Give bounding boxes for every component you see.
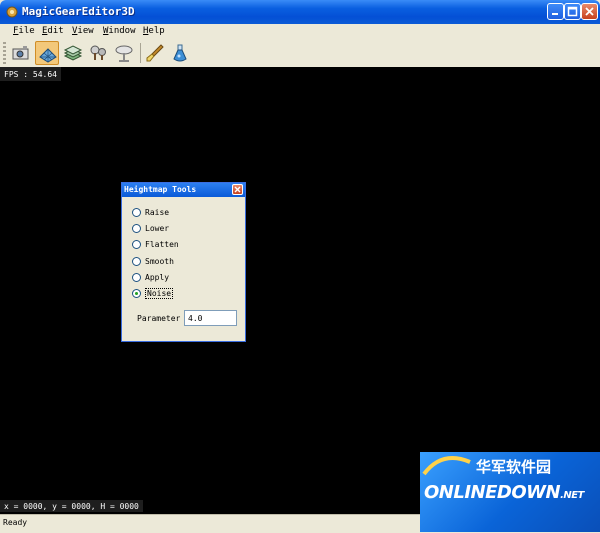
swoosh-icon: [422, 456, 471, 476]
vegetation-tool-button[interactable]: [86, 41, 110, 65]
menu-file[interactable]: File: [13, 26, 35, 36]
option-raise-label: Raise: [145, 208, 170, 217]
terrain-tool-button[interactable]: [35, 41, 59, 65]
radio-lower[interactable]: [132, 224, 141, 233]
dialog-title: Heightmap Tools: [124, 185, 197, 194]
menu-window[interactable]: Window: [103, 26, 136, 36]
brush-icon: [146, 44, 164, 62]
layers-tool-button[interactable]: [61, 41, 85, 65]
sky-icon: [115, 45, 133, 62]
option-smooth-label: Smooth: [145, 257, 174, 266]
toolbar-grip[interactable]: [3, 42, 6, 64]
brush-tool-button[interactable]: [143, 41, 167, 65]
radio-noise[interactable]: [132, 289, 141, 298]
close-button[interactable]: [581, 3, 598, 20]
title-bar[interactable]: MagicGearEditor3D: [0, 0, 600, 24]
potion-tool-button[interactable]: [168, 41, 192, 65]
fps-readout: FPS : 54.64: [0, 67, 61, 81]
radio-smooth[interactable]: [132, 257, 141, 266]
minimize-icon: [552, 13, 558, 15]
menu-edit[interactable]: Edit: [42, 26, 64, 36]
maximize-icon: [567, 6, 578, 17]
parameter-input[interactable]: 4.0: [184, 310, 237, 326]
cursor-coordinates: x = 0000, y = 0000, H = 0000: [0, 500, 143, 512]
option-lower-label: Lower: [145, 224, 170, 233]
status-text: Ready: [3, 518, 28, 527]
radio-flatten[interactable]: [132, 240, 141, 249]
parameter-label: Parameter: [137, 314, 181, 323]
radio-raise[interactable]: [132, 208, 141, 217]
dialog-title-bar[interactable]: Heightmap Tools: [122, 183, 245, 197]
minimize-button[interactable]: [547, 3, 564, 20]
terrain-grid-icon: [39, 48, 57, 63]
option-noise-label: Noise: [145, 288, 174, 299]
option-apply-label: Apply: [145, 273, 170, 282]
menu-help[interactable]: Help: [143, 26, 165, 36]
radio-apply[interactable]: [132, 273, 141, 282]
3d-viewport[interactable]: FPS : 54.64 x = 0000, y = 0000, H = 0000…: [0, 67, 600, 514]
close-icon: [585, 7, 594, 16]
maximize-button[interactable]: [564, 3, 581, 20]
watermark-english-text: ONLINEDOWN.NET: [424, 482, 584, 503]
camera-tool-button[interactable]: [9, 41, 33, 65]
menu-bar: File Edit View Window Help: [0, 24, 600, 39]
app-icon: [6, 6, 18, 18]
window-title: MagicGearEditor3D: [22, 5, 135, 18]
status-bar: Ready: [0, 514, 420, 533]
heightmap-tools-dialog: Heightmap Tools Raise Lower Flatten Smoo…: [121, 182, 246, 342]
potion-icon: [173, 44, 187, 62]
camera-icon: [12, 46, 29, 60]
dialog-close-button[interactable]: [232, 184, 243, 195]
sky-tool-button[interactable]: [112, 41, 136, 65]
layers-icon: [63, 45, 83, 61]
watermark-logo: 华军软件园 ONLINEDOWN.NET: [420, 452, 600, 532]
toolbar-separator: [140, 43, 141, 63]
toolbar: [0, 39, 600, 68]
watermark-chinese-text: 华军软件园: [476, 458, 552, 476]
trees-icon: [90, 45, 106, 60]
menu-view[interactable]: View: [72, 26, 94, 36]
option-flatten-label: Flatten: [145, 240, 179, 249]
close-icon: [234, 186, 241, 193]
